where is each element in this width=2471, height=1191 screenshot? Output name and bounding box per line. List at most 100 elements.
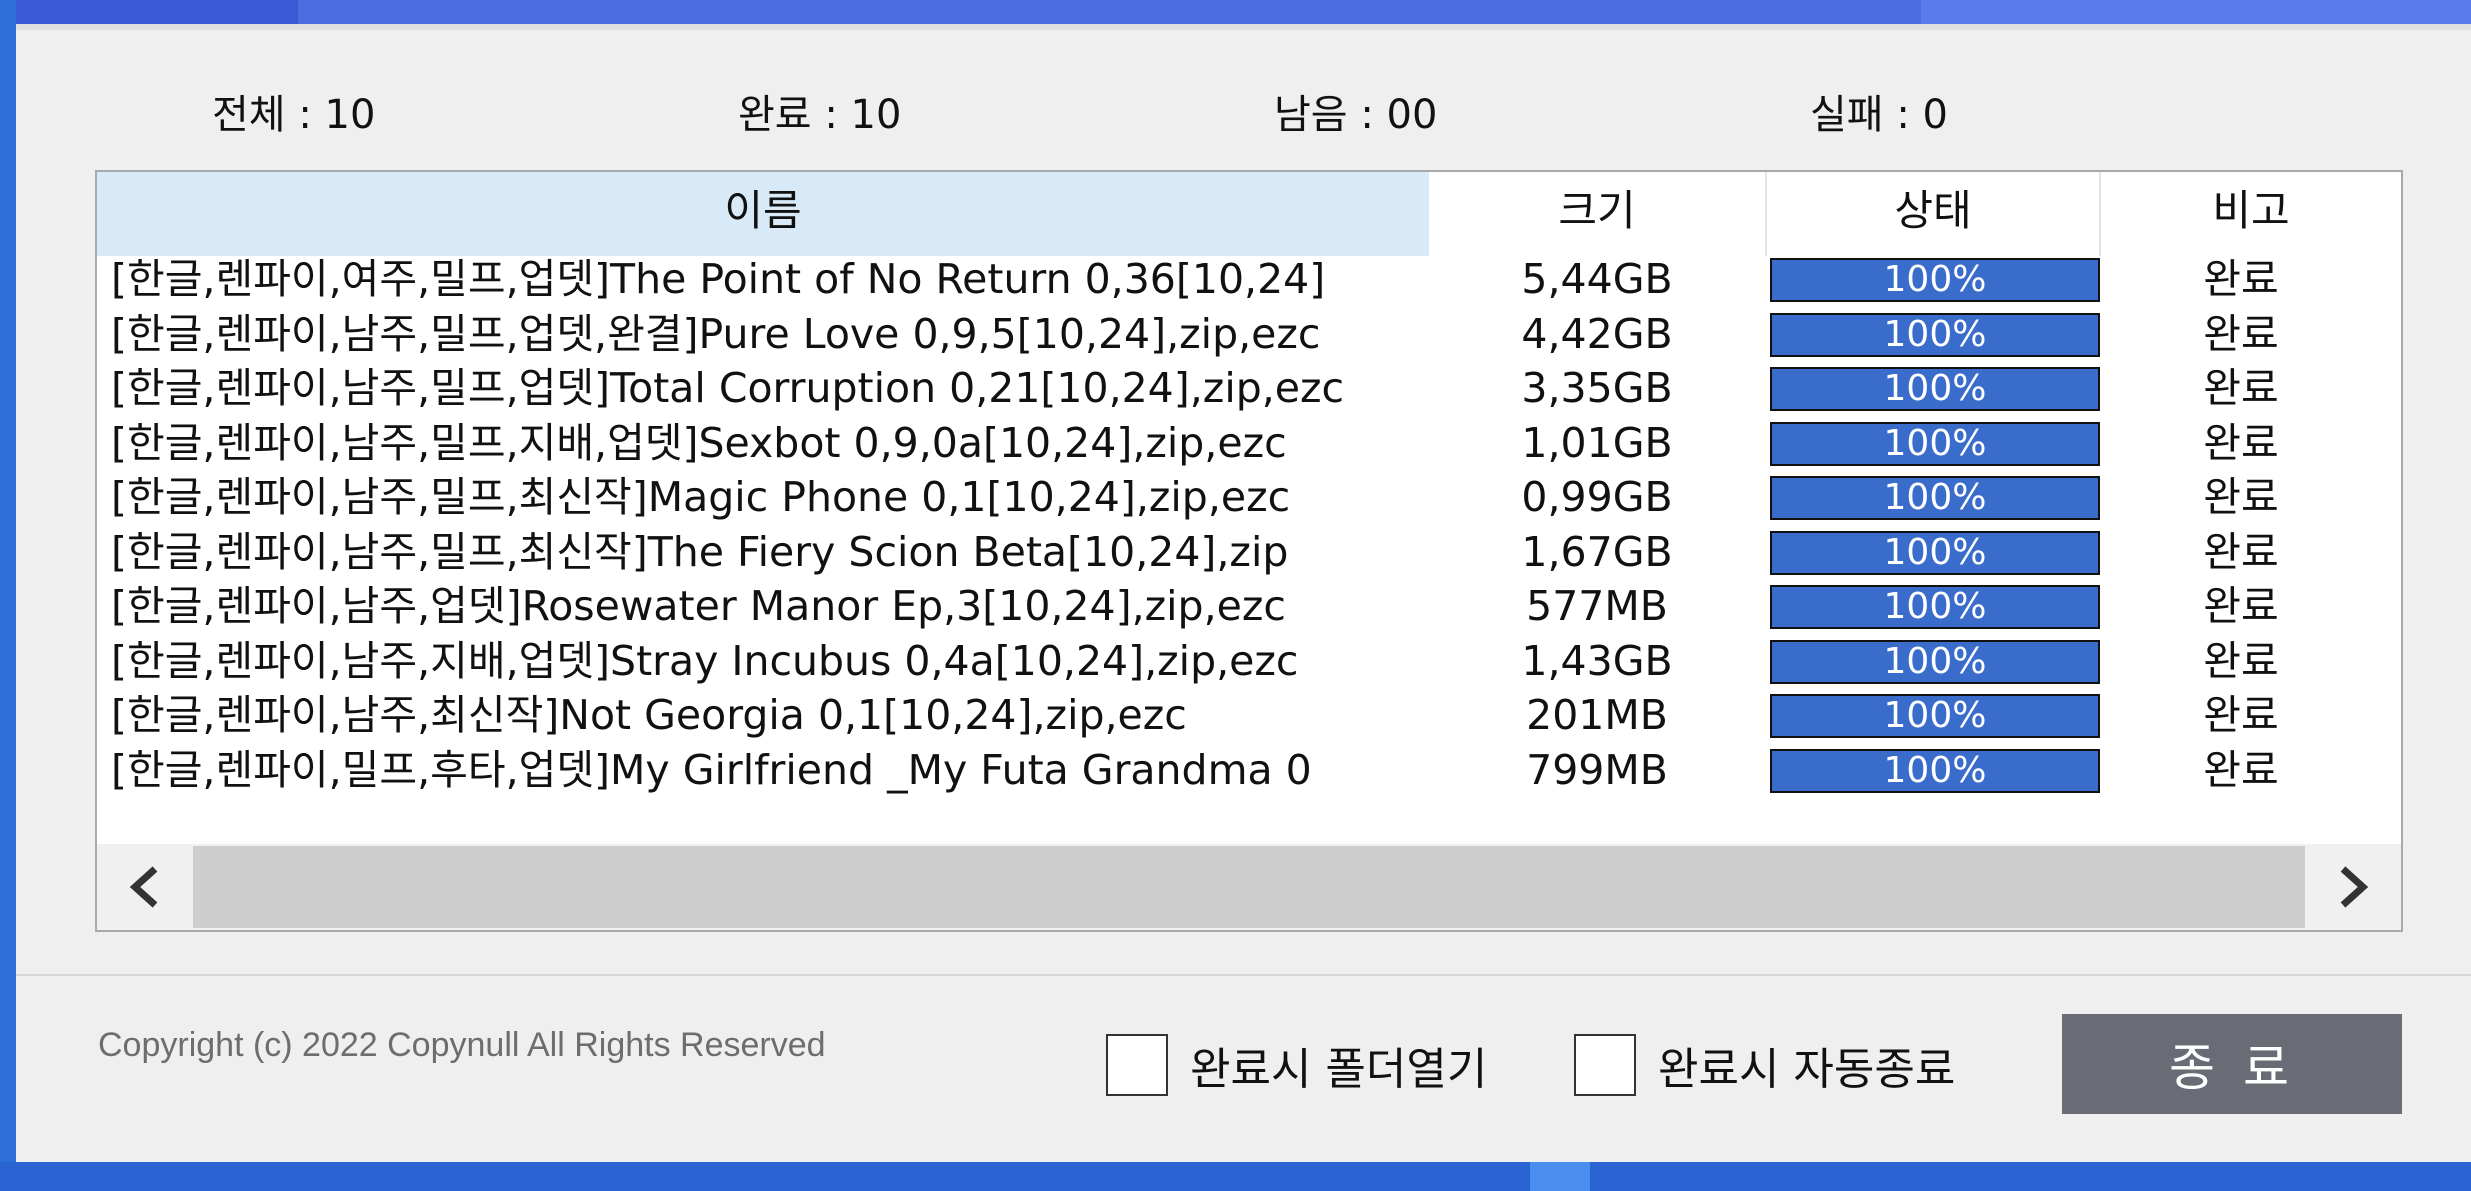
table-row[interactable]: [한글,렌파이,남주,밀프,지배,업뎃]Sexbot 0,9,0a[10,24]… (97, 416, 2401, 471)
title-bar-right (1921, 0, 2471, 24)
progress-bar: 100% (1770, 639, 2100, 684)
table-row[interactable]: [한글,렌파이,남주,밀프,업뎃]Total Corruption 0,21[1… (97, 361, 2401, 416)
auto-exit-checkbox[interactable] (1574, 1034, 1636, 1096)
stat-remaining: 남음 : 00 (1274, 92, 1438, 138)
scrollbar-thumb[interactable] (193, 846, 2305, 928)
row-status: 100% (1770, 694, 2100, 738)
table-row[interactable]: [한글,렌파이,밀프,후타,업뎃]My Girlfriend _My Futa … (97, 743, 2401, 798)
column-header-name[interactable]: 이름 (97, 172, 1429, 256)
desktop-taskbar-strip (0, 1162, 2471, 1191)
row-status: 100% (1770, 476, 2100, 520)
row-name: [한글,렌파이,남주,지배,업뎃]Stray Incubus 0,4a[10,2… (111, 636, 1299, 685)
list-header: 이름 크기 상태 비고 (97, 172, 2401, 256)
table-row[interactable]: [한글,렌파이,남주,최신작]Not Georgia 0,1[10,24],zi… (97, 688, 2401, 743)
progress-text: 100% (1883, 640, 1987, 682)
open-folder-option[interactable]: 완료시 폴더열기 (1106, 1030, 1487, 1100)
table-row[interactable]: [한글,렌파이,남주,업뎃]Rosewater Manor Ep,3[10,24… (97, 579, 2401, 634)
row-name: [한글,렌파이,남주,최신작]Not Georgia 0,1[10,24],zi… (111, 691, 1187, 739)
download-complete-window: 전체 : 10 완료 : 10 남음 : 00 실패 : 0 이름 크기 상태 … (16, 0, 2471, 1162)
row-name: [한글,렌파이,남주,밀프,최신작]Magic Phone 0,1[10,24]… (111, 473, 1291, 521)
row-note: 완료 (2203, 255, 2279, 303)
row-size: 1,01GB (1521, 418, 1673, 467)
row-size: 3,35GB (1521, 364, 1673, 412)
row-status: 100% (1770, 421, 2100, 466)
row-size: 799MB (1526, 745, 1668, 794)
row-size: 1,43GB (1521, 636, 1673, 685)
progress-bar: 100% (1770, 312, 2100, 357)
row-size: 1,67GB (1521, 527, 1673, 576)
progress-bar: 100% (1770, 585, 2100, 629)
progress-bar: 100% (1770, 476, 2100, 520)
auto-exit-option[interactable]: 완료시 자동종료 (1574, 1030, 1955, 1100)
row-status: 100% (1770, 585, 2100, 629)
table-row[interactable]: [한글,렌파이,남주,밀프,최신작]Magic Phone 0,1[10,24]… (97, 470, 2401, 525)
row-size: 0,99GB (1521, 473, 1673, 521)
title-progress-fill (16, 0, 299, 24)
column-header-note[interactable]: 비고 (2101, 172, 2401, 256)
row-name: [한글,렌파이,남주,밀프,지배,업뎃]Sexbot 0,9,0a[10,24]… (111, 418, 1287, 467)
progress-text: 100% (1883, 313, 1987, 355)
open-folder-checkbox[interactable] (1106, 1034, 1168, 1096)
auto-exit-label[interactable]: 완료시 자동종료 (1658, 1033, 1955, 1097)
stat-total: 전체 : 10 (212, 92, 376, 138)
stats-bar: 전체 : 10 완료 : 10 남음 : 00 실패 : 0 (16, 82, 2471, 142)
download-list[interactable]: 이름 크기 상태 비고 [한글,렌파이,여주,밀프,업뎃]The Point o… (95, 170, 2403, 932)
row-note: 완료 (2203, 745, 2279, 794)
open-folder-label[interactable]: 완료시 폴더열기 (1190, 1033, 1487, 1097)
table-row[interactable]: [한글,렌파이,여주,밀프,업뎃]The Point of No Return … (97, 252, 2401, 307)
progress-bar: 100% (1770, 421, 2100, 466)
progress-bar: 100% (1770, 258, 2100, 302)
table-row[interactable]: [한글,렌파이,남주,지배,업뎃]Stray Incubus 0,4a[10,2… (97, 634, 2401, 689)
row-note: 완료 (2203, 473, 2279, 521)
row-name: [한글,렌파이,남주,밀프,최신작]The Fiery Scion Beta[1… (111, 527, 1289, 576)
horizontal-scrollbar[interactable] (97, 844, 2401, 930)
progress-bar: 100% (1770, 694, 2100, 738)
row-name: [한글,렌파이,여주,밀프,업뎃]The Point of No Return … (111, 255, 1326, 303)
progress-text: 100% (1883, 586, 1987, 627)
progress-bar: 100% (1770, 530, 2100, 575)
row-size: 201MB (1526, 691, 1668, 739)
column-header-status[interactable]: 상태 (1765, 172, 2101, 256)
row-note: 완료 (2203, 691, 2279, 739)
row-status: 100% (1770, 367, 2100, 411)
row-status: 100% (1770, 639, 2100, 684)
scroll-right-button[interactable] (2305, 844, 2401, 930)
stat-failed: 실패 : 0 (1810, 92, 1948, 138)
row-note: 완료 (2203, 309, 2279, 358)
row-note: 완료 (2203, 418, 2279, 467)
row-size: 5,44GB (1521, 255, 1673, 303)
row-status: 100% (1770, 312, 2100, 357)
stat-done: 완료 : 10 (738, 92, 902, 138)
table-row[interactable]: [한글,렌파이,남주,밀프,업뎃,완결]Pure Love 0,9,5[10,2… (97, 307, 2401, 362)
progress-bar: 100% (1770, 748, 2100, 793)
row-note: 완료 (2203, 364, 2279, 412)
progress-bar: 100% (1770, 367, 2100, 411)
row-note: 완료 (2203, 582, 2279, 630)
row-size: 577MB (1526, 582, 1668, 630)
footer-divider (16, 974, 2471, 976)
row-status: 100% (1770, 258, 2100, 302)
table-row[interactable]: [한글,렌파이,남주,밀프,최신작]The Fiery Scion Beta[1… (97, 525, 2401, 580)
row-name: [한글,렌파이,밀프,후타,업뎃]My Girlfriend _My Futa … (111, 745, 1312, 794)
progress-text: 100% (1883, 749, 1987, 791)
row-status: 100% (1770, 748, 2100, 793)
column-header-size[interactable]: 크기 (1429, 172, 1765, 256)
progress-text: 100% (1883, 531, 1987, 573)
progress-text: 100% (1883, 477, 1987, 518)
list-rows: [한글,렌파이,여주,밀프,업뎃]The Point of No Return … (97, 252, 2401, 797)
row-note: 완료 (2203, 636, 2279, 685)
progress-text: 100% (1883, 695, 1987, 736)
title-bar-shadow (16, 24, 2471, 30)
row-status: 100% (1770, 530, 2100, 575)
row-name: [한글,렌파이,남주,밀프,업뎃]Total Corruption 0,21[1… (111, 364, 1345, 412)
title-bar (16, 0, 2471, 24)
progress-text: 100% (1883, 422, 1987, 464)
close-button[interactable]: 종 료 (2062, 1014, 2402, 1114)
row-size: 4,42GB (1521, 309, 1673, 358)
row-name: [한글,렌파이,남주,밀프,업뎃,완결]Pure Love 0,9,5[10,2… (111, 309, 1321, 358)
progress-text: 100% (1883, 368, 1987, 409)
row-note: 완료 (2203, 527, 2279, 576)
scroll-left-button[interactable] (97, 844, 193, 930)
progress-text: 100% (1883, 259, 1987, 300)
chevron-left-icon (129, 866, 158, 908)
